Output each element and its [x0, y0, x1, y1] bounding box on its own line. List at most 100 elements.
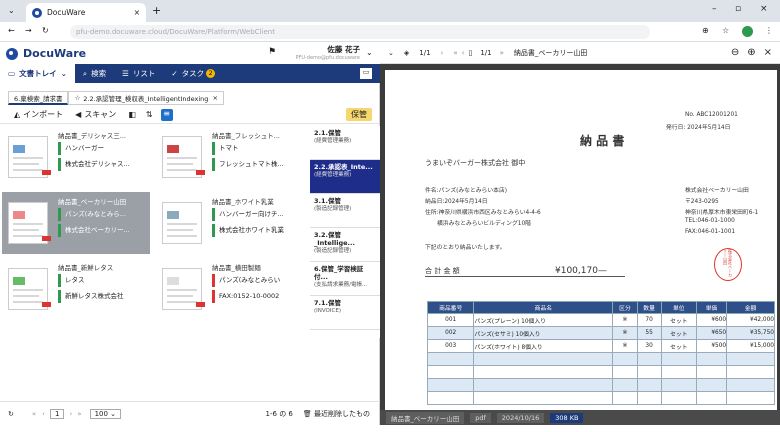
last-icon[interactable]: »: [500, 49, 504, 57]
pin-icon[interactable]: ⚑: [268, 47, 276, 57]
user-info[interactable]: 佐藤 花子 PFU-demo@pfu.docuware: [290, 44, 360, 61]
page-info: 1/1: [419, 48, 431, 57]
delivery-date: 納品日:2024年5月14日: [425, 199, 488, 205]
menu-tasks[interactable]: ✓ タスク 2: [163, 64, 223, 83]
next-page-icon[interactable]: ›: [69, 410, 72, 418]
split-view-icon[interactable]: ◧: [128, 110, 136, 119]
zoom-out-icon[interactable]: ⊖: [731, 47, 739, 58]
scan-label: スキャン: [84, 110, 117, 119]
close-tab-icon[interactable]: ×: [212, 94, 217, 102]
scan-button[interactable]: ◀ スキャン: [75, 109, 116, 120]
page-number-input[interactable]: 1: [49, 408, 65, 419]
table-header: 単価: [695, 301, 728, 314]
table-header: 区分: [612, 301, 638, 314]
tray-subtitle: (製造記録管理): [314, 206, 352, 212]
store-button[interactable]: 保管: [346, 108, 372, 121]
zoom-icon[interactable]: ⊕: [702, 26, 709, 35]
browser-tab-title: DocuWare: [47, 8, 86, 17]
table-cell: ※: [612, 326, 638, 340]
last-page-icon[interactable]: »: [77, 410, 81, 418]
first-icon[interactable]: «: [453, 49, 457, 57]
menu-document-tray[interactable]: ▭ 文書トレイ ⌄: [0, 64, 75, 83]
table-header-row: 商品番号 商品名 区分 数量 単位 単価 金額: [426, 301, 775, 314]
card-field: 株式会社ホワイト乳業: [212, 224, 300, 237]
store-label: 保管: [351, 110, 367, 119]
store-tray-item[interactable]: 3.1.保管 (製造記録管理): [310, 194, 380, 228]
store-tray-item-active[interactable]: 2.2.承認表_Inte... (経費管理業務): [310, 160, 380, 194]
close-tab-icon[interactable]: ×: [134, 8, 140, 17]
document-card[interactable]: 納品書_フレッシュト... トマト フレッシュトマト株...: [156, 126, 304, 188]
pdf-icon: [196, 302, 205, 307]
tray-subtitle: (製造記録管理): [314, 248, 352, 254]
document-card[interactable]: 納品書_新鮮レタス レタス 新鮮レタス株式会社: [2, 258, 150, 320]
card-title: 納品書_横田製麺: [212, 264, 261, 272]
back-icon[interactable]: ←: [8, 26, 15, 35]
next-icon[interactable]: ›: [441, 49, 444, 57]
recipient: うまいぞバーガー株式会社 御中: [425, 159, 526, 167]
page-size-select[interactable]: 100 ⌄: [89, 408, 122, 419]
tab-list-icon[interactable]: ⌄: [8, 6, 15, 15]
prev-page-icon[interactable]: ‹: [42, 410, 45, 418]
tab-search-invoice[interactable]: 6.稟検索_請求書: [8, 91, 69, 105]
url-input[interactable]: pfu-demo.docuware.cloud/DocuWare/Platfor…: [70, 25, 650, 39]
document-icon: ▯: [468, 48, 473, 57]
address-line2: 横浜みなとみらいビルディング10階: [437, 221, 531, 227]
card-title: 納品書_ベーカリー山田: [58, 198, 127, 206]
new-tab-icon[interactable]: +: [152, 4, 161, 17]
store-tray-item[interactable]: 3.2.保管_Intellige... (製造記録管理): [310, 228, 380, 262]
tab-approval-tray[interactable]: ☆ 2.2.承認管理_検収表_IntelligentIndexing ×: [68, 91, 224, 105]
invoice-title: 納 品 書: [580, 134, 625, 148]
table-header: 単位: [660, 301, 697, 314]
stack-view-icon[interactable]: ≡: [160, 108, 173, 121]
browser-menu-icon[interactable]: ⋮: [765, 26, 773, 35]
document-card[interactable]: 納品書_横田製麺 パンズ(みなとみらい FAX:0152-10-0002: [156, 258, 304, 320]
store-tray-item[interactable]: 7.1.保管 (INVOICE): [310, 296, 380, 330]
sort-icon[interactable]: ⇅: [146, 110, 153, 119]
address-bar: ← → ↻ pfu-demo.docuware.cloud/DocuWare/P…: [0, 22, 780, 42]
store-tray-item[interactable]: 6.保管_学習検証付... (支払請求業務/電帳...: [310, 262, 380, 296]
menu-list[interactable]: ☰ リスト: [114, 64, 163, 83]
document-card[interactable]: 納品書_デリシャス三... ハンバーガー 株式会社デリシャス...: [2, 126, 150, 188]
chevron-down-icon: ⌄: [60, 69, 67, 78]
document-card-selected[interactable]: 納品書_ベーカリー山田 パンズ(みなとみら... 株式会社ベーカリー...: [2, 192, 150, 254]
minimize-icon[interactable]: –: [712, 4, 717, 14]
table-header: 商品番号: [426, 301, 475, 314]
table-cell: パンズ(ホワイト) 8個入り: [473, 339, 614, 353]
prev-icon[interactable]: ‹: [462, 49, 465, 57]
browser-tab[interactable]: DocuWare ×: [26, 3, 146, 22]
import-button[interactable]: ◭ インポート: [14, 109, 63, 120]
card-title: 納品書_新鮮レタス: [58, 264, 114, 272]
forward-icon[interactable]: →: [25, 26, 32, 35]
recently-deleted-button[interactable]: 🗑 最近削除したもの: [303, 409, 370, 419]
close-window-icon[interactable]: ×: [760, 4, 768, 14]
zoom-in-icon[interactable]: ⊕: [747, 47, 755, 58]
close-viewer-icon[interactable]: ×: [764, 47, 772, 58]
user-account: PFU-demo@pfu.docuware: [295, 55, 360, 61]
restore-icon[interactable]: ▫: [735, 4, 741, 14]
card-field: 新鮮レタス株式会社: [58, 290, 146, 303]
panel-toggle-icon[interactable]: ▭: [360, 68, 372, 79]
pdf-icon: [42, 170, 51, 175]
layers-icon[interactable]: ◈: [404, 49, 409, 57]
table-cell: ¥42,000: [726, 313, 775, 327]
tray-title: 3.2.保管_Intellige...: [314, 231, 355, 247]
bookmark-star-icon[interactable]: ☆: [722, 26, 729, 35]
refresh-icon[interactable]: ↻: [8, 410, 14, 418]
reload-icon[interactable]: ↻: [42, 26, 49, 35]
doc-page-info: 1/1: [480, 48, 492, 57]
table-header: 商品名: [473, 301, 614, 314]
invoice-number: No. ABC12001201: [685, 112, 738, 118]
store-tray-item[interactable]: 2.1.保管 (経費管理業務): [310, 126, 380, 160]
chevron-down-icon[interactable]: ⌄: [388, 49, 394, 57]
user-menu-chevron-icon[interactable]: ⌄: [366, 48, 373, 57]
table-row: 001 パンズ(プレーン) 10個入り ※ 70 セット ¥600 ¥42,000: [426, 313, 775, 327]
list-icon: ☰: [122, 69, 129, 78]
profile-avatar[interactable]: [742, 26, 753, 37]
user-name: 佐藤 花子: [327, 45, 360, 54]
menu-search[interactable]: ⌕ 検索: [75, 64, 114, 83]
import-icon: ◭: [14, 110, 21, 119]
first-page-icon[interactable]: «: [32, 410, 36, 418]
document-card[interactable]: 納品書_ホワイト乳業 ハンバーガー向けチ... 株式会社ホワイト乳業: [156, 192, 304, 254]
sender-zip: 〒243-0295: [685, 199, 719, 205]
status-size: 308 KB: [550, 412, 584, 423]
